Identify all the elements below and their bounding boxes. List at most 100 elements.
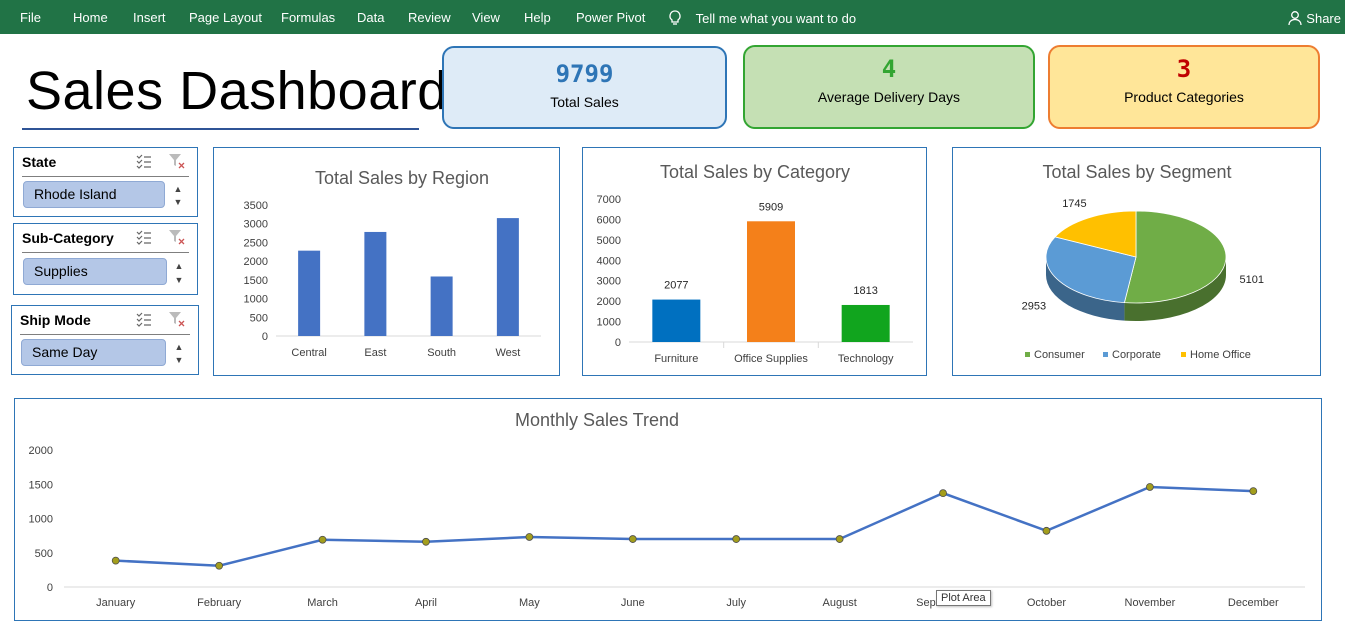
data-point-january — [111, 556, 120, 565]
y-tick-label: 0 — [47, 582, 53, 594]
clear-filter-icon[interactable] — [168, 229, 186, 245]
chart-title: Total Sales by Category — [660, 162, 850, 182]
slicer-divider — [22, 252, 189, 253]
y-tick-label: 4000 — [597, 255, 621, 267]
x-tick-label: Office Supplies — [734, 353, 808, 365]
y-tick-label: 0 — [615, 337, 621, 349]
x-tick-label: East — [364, 347, 386, 359]
tell-me-label: Tell me what you want to do — [695, 11, 857, 26]
chart-sales-by-region[interactable]: Total Sales by Region 0 500 1000 1500 2000 250… — [213, 147, 560, 376]
y-tick-label: 2500 — [244, 237, 268, 249]
bar-south — [430, 276, 453, 336]
tab-review[interactable]: Review — [408, 10, 451, 25]
y-tick-label: 1500 — [29, 479, 53, 491]
data-point-june — [628, 535, 637, 543]
y-tick-label: 1000 — [244, 294, 268, 306]
bar-central — [298, 250, 321, 336]
trend-line — [115, 485, 1254, 568]
slicer-state-item[interactable]: Rhode Island — [23, 181, 165, 208]
data-point-december — [1249, 487, 1258, 495]
multi-select-icon[interactable] — [136, 229, 152, 245]
tab-page-layout[interactable]: Page Layout — [189, 10, 262, 25]
tab-file[interactable]: File — [20, 10, 41, 25]
monthly-line-chart-svg: Monthly Sales Trend 0 500 1000 1500 2000 Janua… — [29, 410, 1305, 609]
category-bar-chart-svg: Total Sales by Category 0 1000 2000 3000 4000… — [597, 162, 913, 365]
share-button[interactable]: Share — [1287, 10, 1341, 26]
y-tick-label: 3000 — [244, 219, 268, 231]
tab-insert[interactable]: Insert — [133, 10, 166, 25]
slicer-sub-category-item[interactable]: Supplies — [23, 258, 167, 285]
chart-title: Total Sales by Segment — [1042, 162, 1231, 182]
y-tick-label: 2000 — [244, 256, 268, 268]
data-point-september — [939, 489, 947, 498]
scroll-down-icon[interactable]: ▼ — [171, 196, 185, 208]
x-tick-label: April — [415, 597, 437, 609]
y-tick-label: 3500 — [244, 200, 268, 212]
scroll-down-icon[interactable]: ▼ — [172, 354, 186, 366]
multi-select-icon[interactable] — [136, 153, 152, 169]
bar-east — [364, 231, 387, 336]
x-tick-label: West — [495, 347, 520, 359]
data-point-march — [318, 535, 327, 544]
scroll-up-icon[interactable]: ▲ — [172, 341, 186, 353]
chart-monthly-sales-trend[interactable]: Monthly Sales Trend 0 500 1000 1500 2000 Janua… — [14, 398, 1322, 621]
kpi-average-delivery: 4 Average Delivery Days — [743, 45, 1035, 129]
tell-me-search[interactable]: Tell me what you want to do — [668, 10, 856, 26]
data-point-may — [525, 533, 534, 541]
data-point-april — [422, 537, 430, 546]
x-tick-label: October — [1027, 597, 1066, 609]
y-tick-label: 500 — [35, 548, 53, 560]
scroll-up-icon[interactable]: ▲ — [171, 183, 185, 195]
y-tick-label: 500 — [250, 312, 268, 324]
x-tick-label: Central — [291, 347, 326, 359]
x-tick-label: South — [427, 347, 456, 359]
bar-west — [496, 218, 519, 336]
region-bar-chart-svg: Total Sales by Region 0 500 1000 1500 2000 250… — [244, 168, 541, 359]
slicer-state-header: State — [22, 154, 57, 170]
x-tick-label: December — [1228, 597, 1279, 609]
tab-power-pivot[interactable]: Power Pivot — [576, 10, 645, 25]
multi-select-icon[interactable] — [136, 311, 152, 327]
y-tick-label: 2000 — [29, 445, 53, 457]
data-label: 5909 — [759, 201, 783, 213]
y-tick-label: 1000 — [597, 317, 621, 329]
x-tick-label: Technology — [838, 353, 894, 365]
kpi-average-delivery-label: Average Delivery Days — [817, 89, 961, 105]
chart-title: Total Sales by Region — [315, 168, 489, 188]
tab-help[interactable]: Help — [524, 10, 551, 25]
data-point-november — [1145, 483, 1154, 491]
legend-swatch — [1103, 352, 1108, 357]
tab-view[interactable]: View — [472, 10, 500, 25]
tab-formulas[interactable]: Formulas — [281, 10, 335, 25]
chart-sales-by-category[interactable]: Total Sales by Category 0 1000 2000 3000 4000… — [582, 147, 927, 376]
x-tick-label: July — [726, 597, 746, 609]
legend-label: Consumer — [1034, 349, 1085, 361]
tab-data[interactable]: Data — [357, 10, 384, 25]
kpi-product-categories-value: 3 — [1176, 55, 1192, 83]
slicer-ship-mode-item[interactable]: Same Day — [21, 339, 166, 366]
legend-swatch — [1025, 352, 1030, 357]
person-icon — [1288, 11, 1302, 26]
slicer-sub-category-header: Sub-Category — [22, 230, 114, 246]
chart-sales-by-segment[interactable]: Total Sales by Segment 5101 2953 1745 Consum… — [952, 147, 1321, 376]
scroll-down-icon[interactable]: ▼ — [172, 274, 186, 286]
kpi-total-sales: 9799 Total Sales — [442, 46, 727, 129]
scroll-up-icon[interactable]: ▲ — [172, 260, 186, 272]
clear-filter-icon[interactable] — [168, 311, 186, 327]
data-label: 1813 — [853, 285, 877, 297]
kpi-average-delivery-value: 4 — [881, 55, 897, 83]
y-tick-label: 5000 — [597, 235, 621, 247]
tab-home[interactable]: Home — [73, 10, 108, 25]
clear-filter-icon[interactable] — [168, 153, 186, 169]
data-label: 2953 — [1022, 300, 1046, 312]
y-tick-label: 1500 — [244, 275, 268, 287]
slicer-divider — [20, 334, 190, 335]
segment-pie-chart-svg: Total Sales by Segment 5101 2953 1745 Consum… — [1022, 162, 1264, 361]
x-tick-label: March — [307, 597, 338, 609]
y-tick-label: 0 — [262, 331, 268, 343]
legend-label: Corporate — [1112, 349, 1161, 361]
data-label: 2077 — [664, 280, 688, 292]
dashboard-title: Sales Dashboard — [26, 61, 448, 121]
legend-swatch — [1181, 352, 1186, 357]
data-label: 1745 — [1062, 198, 1086, 210]
